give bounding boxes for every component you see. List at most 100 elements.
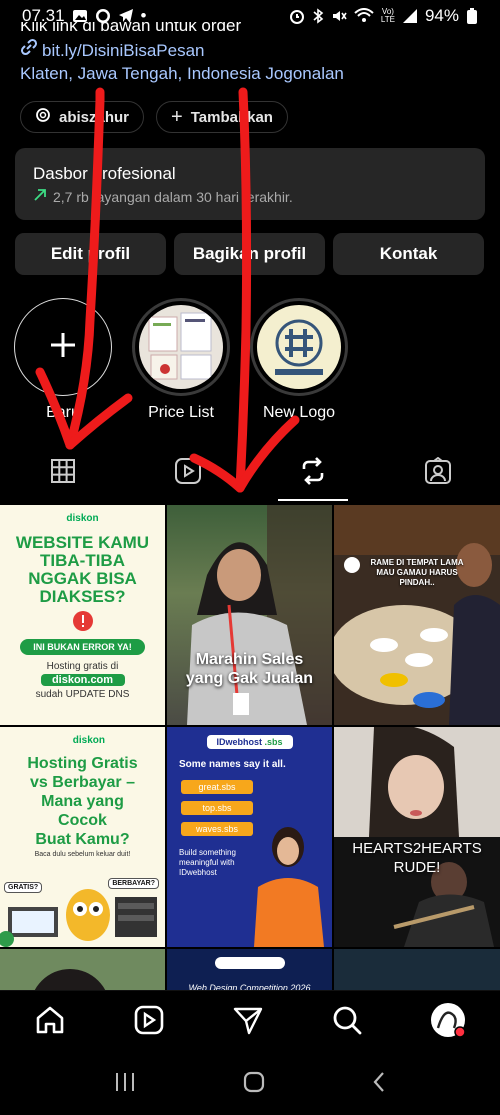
highlight-label: New Logo xyxy=(262,404,336,421)
post-thumbnail[interactable]: RAME DI TEMPAT LAMA MAU GAMAU HARUS PIND… xyxy=(334,505,500,725)
new-logo-highlight-circle[interactable] xyxy=(250,298,348,396)
headline-line: Cocok xyxy=(58,812,107,829)
highlight-new[interactable]: Baru xyxy=(14,298,112,422)
post-thumbnail[interactable]: diskon Hosting Gratis vs Berbayar – Mana… xyxy=(0,727,165,947)
warning-icon xyxy=(0,610,165,637)
highlight-new-logo[interactable]: New Logo xyxy=(250,298,348,422)
post-headline: WEBSITE KAMU TIBA-TIBA NGGAK BISA DIAKSE… xyxy=(0,534,165,606)
highlight-label: Baru xyxy=(46,404,80,421)
post-caption: Marahin Sales yang Gak Jualan xyxy=(167,650,332,688)
threads-username: abiszahur xyxy=(59,108,130,126)
price-list-highlight-circle[interactable] xyxy=(132,298,230,396)
caption-line: HEARTS2HEARTS xyxy=(352,840,482,857)
food-stall-photo xyxy=(334,505,500,725)
profile-tabs xyxy=(0,445,500,501)
post-body: Build something meaningful with IDwebhos… xyxy=(179,848,236,877)
professional-dashboard[interactable]: Dasbor profesional 2,7 rb tayangan dalam… xyxy=(15,148,485,220)
grid-icon xyxy=(50,458,76,489)
post-headline: Hosting Gratis vs Berbayar – Mana yang C… xyxy=(0,754,165,849)
person-photo xyxy=(187,505,332,725)
domain-pill: top.sbs xyxy=(181,801,253,815)
headline-line: TIBA-TIBA xyxy=(40,551,125,570)
price-list-thumbnail xyxy=(139,305,223,389)
post-title: Some names say it all. xyxy=(179,759,286,770)
caption-line: RUDE! xyxy=(393,859,441,876)
tab-reels[interactable] xyxy=(125,445,250,501)
threads-icon xyxy=(35,107,51,127)
threads-chip[interactable]: abiszahur xyxy=(20,101,145,133)
post-caption: HEARTS2HEARTS RUDE! xyxy=(334,839,500,877)
headline-line: DIAKSES? xyxy=(39,587,126,606)
post-caption: RAME DI TEMPAT LAMA MAU GAMAU HARUS PIND… xyxy=(370,558,464,587)
bio-location[interactable]: Klaten, Jawa Tengah, Indonesia Jogonalan xyxy=(20,62,480,85)
brand-tld: .sbs xyxy=(264,737,283,747)
domain-pill: great.sbs xyxy=(181,780,253,794)
headline-line: vs Berbayar – xyxy=(30,774,135,791)
link-icon xyxy=(20,38,38,62)
add-chip[interactable]: + Tambahkan xyxy=(156,101,288,133)
home-icon[interactable] xyxy=(34,1004,66,1041)
post-thumbnail[interactable]: Marahin Sales yang Gak Jualan xyxy=(167,505,332,725)
profile-avatar[interactable] xyxy=(430,1002,467,1043)
new-logo-thumbnail xyxy=(257,305,341,389)
home-button-icon[interactable] xyxy=(242,1070,266,1099)
tab-reposts[interactable] xyxy=(250,445,375,501)
recent-apps-icon[interactable] xyxy=(113,1071,137,1098)
dashboard-subtitle: 2,7 rb tayangan dalam 30 hari terakhir. xyxy=(53,188,293,205)
post-domain: diskon.com xyxy=(40,674,125,686)
story-highlights: Baru Price List New Logo xyxy=(14,298,348,422)
add-chip-label: Tambahkan xyxy=(190,108,273,126)
caption-line: Marahin Sales xyxy=(195,651,304,668)
bio-cut-text: Klik link di bawah untuk order xyxy=(20,22,242,35)
headline-line: Mana yang xyxy=(41,793,124,810)
tag-gratis: GRATIS? xyxy=(4,882,43,893)
profile-chips: abiszahur + Tambahkan xyxy=(20,101,288,133)
share-profile-button[interactable]: Bagikan profil xyxy=(174,233,325,275)
dashboard-title: Dasbor profesional xyxy=(33,164,176,183)
highlight-label: Price List xyxy=(148,404,214,421)
woman-photo xyxy=(254,827,324,947)
domain-pill: waves.sbs xyxy=(181,822,253,836)
post-body: Hosting gratis di xyxy=(46,661,119,672)
bio-link[interactable]: bit.ly/DisiniBisaPesan xyxy=(20,38,480,62)
repost-icon xyxy=(299,456,327,490)
post-banner: INI BUKAN ERROR YA! xyxy=(20,639,145,655)
tagged-person-icon xyxy=(424,456,452,490)
post-foot: sudah UPDATE DNS xyxy=(35,689,130,700)
tag-berbayar: BERBAYAR? xyxy=(108,878,159,889)
highlight-price-list[interactable]: Price List xyxy=(132,298,230,422)
reels-icon xyxy=(174,457,202,490)
contact-button[interactable]: Kontak xyxy=(333,233,484,275)
search-icon[interactable] xyxy=(331,1004,363,1041)
post-sub: Baca dulu sebelum keluar duit! xyxy=(34,851,131,858)
post-brand: diskon xyxy=(66,513,99,524)
reels-nav-icon[interactable] xyxy=(133,1004,165,1041)
collage-photo xyxy=(334,727,500,947)
post-thumbnail[interactable]: IDwebhost .sbs Some names say it all. gr… xyxy=(167,727,332,947)
caption-line: yang Gak Jualan xyxy=(185,670,314,687)
new-highlight-circle[interactable] xyxy=(14,298,112,396)
dashboard-subtitle-row: 2,7 rb tayangan dalam 30 hari terakhir. xyxy=(33,188,467,205)
send-message-icon[interactable] xyxy=(232,1004,264,1041)
headline-line: Hosting Gratis xyxy=(27,755,138,772)
tab-tagged[interactable] xyxy=(375,445,500,501)
brand-badge: IDwebhost .sbs xyxy=(206,735,293,749)
post-thumbnail[interactable]: HEARTS2HEARTS RUDE! xyxy=(334,727,500,947)
back-icon[interactable] xyxy=(371,1070,387,1099)
headline-line: WEBSITE KAMU xyxy=(15,533,150,552)
brand-name: IDwebhost xyxy=(216,737,262,747)
event-banner xyxy=(214,957,285,969)
bio-link-text: bit.ly/DisiniBisaPesan xyxy=(42,40,205,60)
headline-line: NGGAK BISA xyxy=(28,569,137,588)
trend-up-icon xyxy=(33,188,47,205)
post-thumbnail[interactable]: diskon WEBSITE KAMU TIBA-TIBA NGGAK BISA… xyxy=(0,505,165,725)
plus-icon xyxy=(48,330,78,365)
system-navigation xyxy=(0,1054,500,1115)
profile-bio: Klik link di bawah untuk order bit.ly/Di… xyxy=(20,22,480,85)
edit-profile-button[interactable]: Edit profil xyxy=(15,233,166,275)
headline-line: Buat Kamu? xyxy=(35,831,130,848)
post-brand: diskon xyxy=(72,735,105,746)
plus-icon: + xyxy=(171,105,183,128)
tab-posts-grid[interactable] xyxy=(0,445,125,501)
bottom-navigation xyxy=(0,990,500,1054)
